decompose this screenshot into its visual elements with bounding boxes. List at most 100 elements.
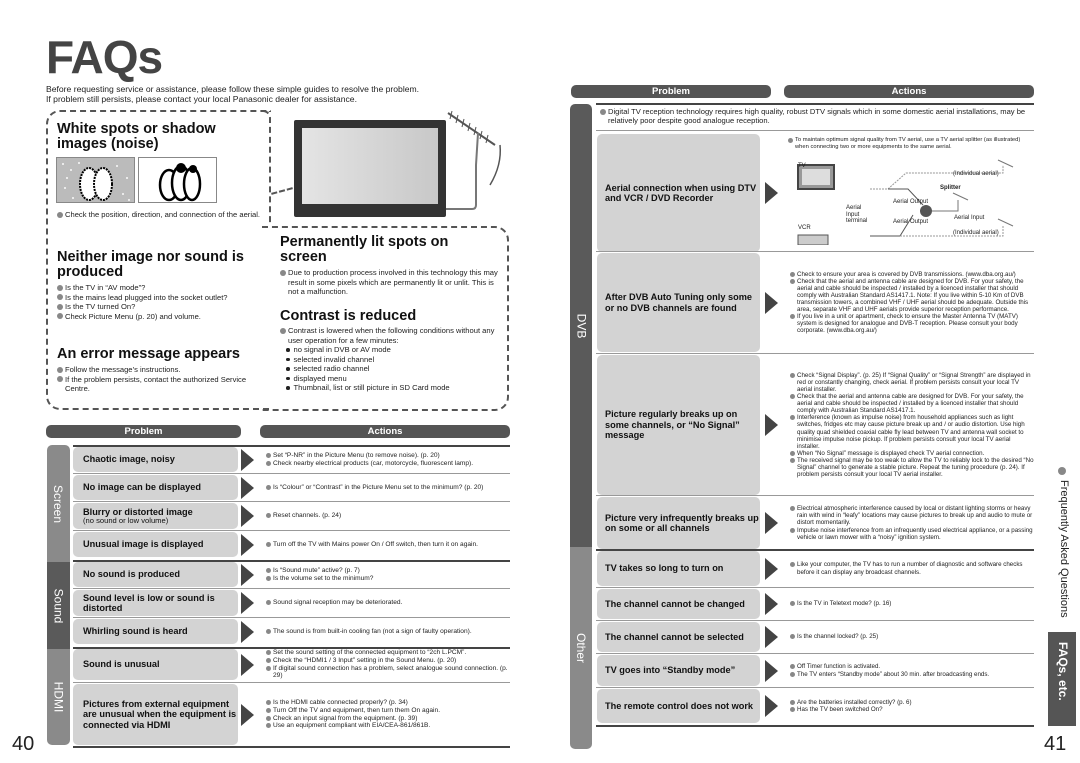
arrow-right-icon [765, 695, 778, 717]
diagram-label-individual-aerial: (Individual aerial) [953, 230, 999, 236]
actions-cell: Is “Sound mute” active? (p. 7) Is the vol… [266, 562, 511, 587]
aerial-antenna-icon [446, 110, 502, 210]
problem-text: Sound level is low or sound is distorted [83, 592, 215, 614]
arrow-right-icon [765, 659, 778, 682]
problem-cell: The channel cannot be selected [597, 622, 760, 652]
action-text: Interference (known as impulse noise) fr… [797, 414, 1025, 450]
problem-text: The remote control does not work [605, 700, 754, 711]
category-label: Screen [51, 484, 66, 523]
right-header-problem: Problem [571, 85, 771, 98]
actions-cell: Check “Signal Display”. (p. 25) If “Sign… [790, 355, 1034, 495]
diagram-label-aerial-input: Aerial Input [954, 215, 985, 221]
arrow-right-icon [241, 476, 254, 499]
bullet-icon [790, 506, 795, 512]
action-text: Is the HDMI cable connected properly? (p… [273, 699, 408, 707]
problem-cell: Aerial connection when using DTV and VCR… [597, 134, 760, 252]
action-text: Is the channel locked? (p. 25) [797, 633, 879, 641]
bullet-icon [266, 567, 271, 573]
tip-bullets-error: Follow the message’s instructions. If th… [57, 365, 257, 394]
tip-title-lit-spots: Permanently lit spots on screen [280, 234, 449, 265]
problem-cell: No image can be displayed [73, 475, 238, 500]
diagram-note: To maintain optimum signal quality from … [795, 137, 1021, 150]
bullet-icon [790, 527, 795, 533]
tip-text: Follow the message’s instructions. [65, 365, 181, 374]
problem-text: Picture regularly breaks up on some chan… [605, 409, 740, 441]
category-label: Other [574, 632, 589, 664]
dvb-note: Digital TV reception technology requires… [600, 107, 1034, 125]
action-text: Turn off the TV with Mains power On / Of… [273, 540, 478, 548]
problem-cell: Picture regularly breaks up on some chan… [597, 355, 760, 495]
problem-text: Chaotic image, noisy [83, 454, 175, 465]
bullet-icon [790, 707, 795, 712]
problem-text: Picture very infrequently breaks up on s… [605, 512, 759, 534]
tip-sub-text: no signal in DVB or AV mode [293, 345, 391, 354]
intro-line: If problem still persists, please contac… [46, 94, 357, 104]
actions-cell: Electrical atmospheric interference caus… [790, 497, 1034, 549]
noisy-image-illustration [56, 157, 135, 203]
tv-screen [302, 128, 438, 204]
side-section-text: Frequently Asked Questions [1058, 480, 1070, 618]
bullet-icon [266, 452, 271, 458]
action-text: If you live in a unit or apartment, chec… [797, 313, 1018, 335]
arrow-right-icon [765, 557, 778, 580]
actions-cell: Is “Colour” or “Contrast” in the Picture… [266, 475, 511, 500]
bullet-icon [790, 699, 795, 705]
arrow-right-icon [241, 448, 254, 471]
tip-sub-text: displayed menu [293, 373, 347, 383]
bullet-icon [266, 707, 271, 713]
action-text: Check that the aerial and antenna cable … [797, 277, 1029, 314]
diagram-label-individual-aerial: (Individual aerial) [953, 171, 999, 177]
aerial-diagram: To maintain optimum signal quality from … [788, 137, 1034, 245]
bullet-icon [266, 575, 271, 581]
bullet-icon [790, 271, 795, 277]
problem-cell: Sound level is low or sound is distorted [73, 590, 238, 616]
actions-cell: Is the channel locked? (p. 25) [790, 622, 1034, 652]
bullet-icon [57, 211, 63, 218]
row-divider [596, 587, 1034, 588]
chapter-tab[interactable]: FAQs, etc. [1048, 632, 1076, 726]
problem-text: TV goes into “Standby mode” [605, 665, 736, 676]
action-text: Check to ensure your area is covered by … [797, 270, 1016, 278]
action-text: Is the volume set to the minimum? [273, 574, 374, 582]
tip-sub-text: Thumbnail, list or still picture in SD C… [293, 383, 450, 392]
row-divider [596, 653, 1034, 654]
problem-text: Aerial connection when using DTV and VCR… [605, 182, 757, 204]
action-text: Check nearby electrical products (car, m… [273, 459, 474, 467]
problem-cell: Sound is unusual [73, 649, 238, 680]
bullet-icon [788, 138, 793, 143]
bullet-icon [266, 541, 271, 547]
bullet-icon [280, 327, 286, 334]
problem-cell: Blurry or distorted image (no sound or l… [73, 503, 238, 529]
arrow-right-icon [765, 626, 778, 648]
problem-text: The channel cannot be changed [605, 598, 745, 609]
bullet-icon [280, 269, 286, 276]
bullet-icon [266, 650, 271, 656]
problem-text: TV takes so long to turn on [605, 563, 724, 574]
action-text: Are the batteries installed correctly? (… [797, 698, 912, 706]
clear-image-illustration [138, 157, 217, 203]
bullet-icon [57, 313, 63, 319]
action-text: Check “Signal Display”. (p. 25) If “Sign… [797, 371, 1031, 393]
problem-cell: The channel cannot be changed [597, 589, 760, 619]
row-divider [596, 251, 1034, 252]
tip-bullets-contrast: Contrast is lowered when the following c… [280, 326, 505, 393]
tip-title-neither: Neither image nor sound is produced [57, 249, 244, 280]
action-text: If digital sound connection has a proble… [273, 664, 508, 680]
bullet-icon [790, 372, 795, 378]
bullet-icon [790, 450, 795, 456]
left-header-problem: Problem [46, 425, 241, 438]
sub-bullet-icon [286, 376, 290, 380]
action-text: Check that the aerial and antenna cable … [797, 393, 1024, 415]
problem-cell: Unusual image is displayed [73, 532, 238, 557]
action-text: The sound is from built-in cooling fan (… [273, 627, 472, 635]
action-text: Turn Off the TV and equipment, then turn… [273, 706, 441, 714]
bullet-icon [266, 665, 271, 671]
tip-title-error: An error message appears [57, 346, 240, 362]
arrow-right-icon [765, 512, 778, 534]
bullet-icon [266, 513, 271, 519]
right-header-actions: Actions [784, 85, 1034, 98]
page-number-right: 41 [1044, 733, 1067, 755]
problem-cell: Picture very infrequently breaks up on s… [597, 497, 760, 549]
tip-title-contrast: Contrast is reduced [280, 308, 417, 324]
actions-cell: Are the batteries installed correctly? (… [790, 689, 1034, 723]
